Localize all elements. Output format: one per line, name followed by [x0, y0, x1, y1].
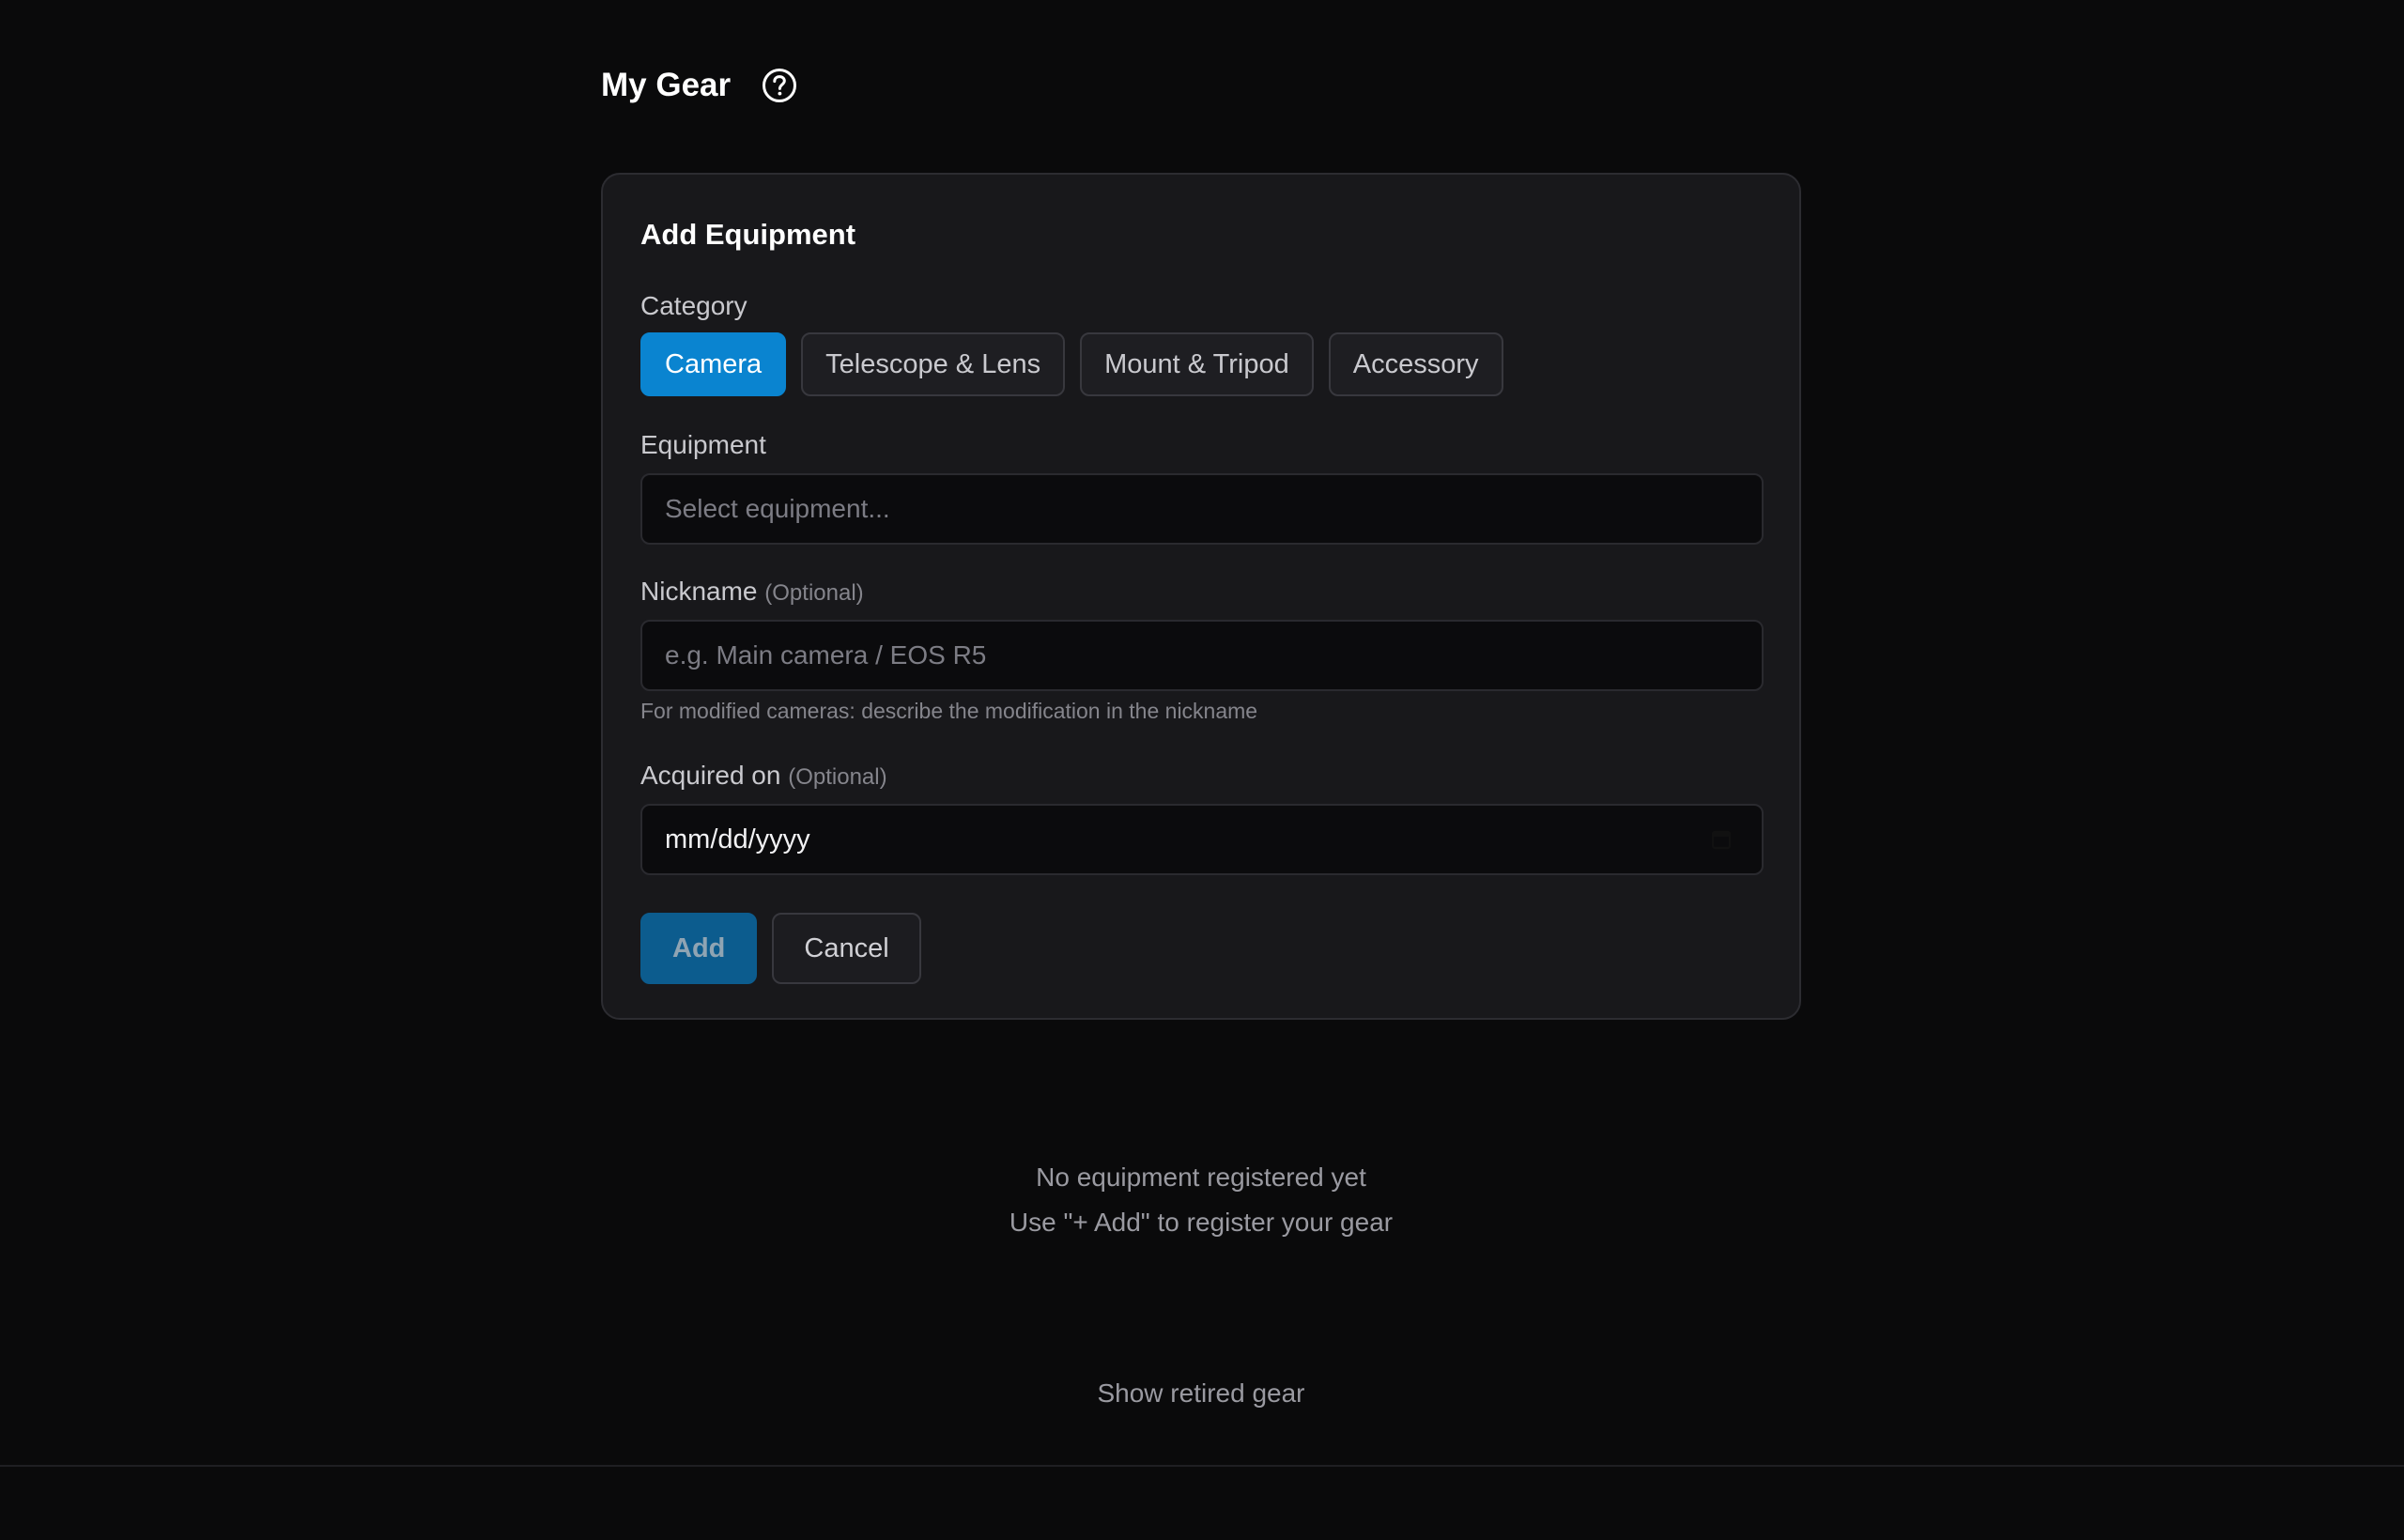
nickname-label-text: Nickname: [640, 577, 758, 606]
equipment-label: Equipment: [640, 430, 766, 459]
cancel-button[interactable]: Cancel: [772, 913, 921, 984]
page-title: My Gear: [601, 67, 732, 103]
page: My Gear Add Equipment Category Camera Te…: [0, 0, 2404, 1540]
footer-divider: [0, 1465, 2404, 1467]
category-label: Category: [640, 291, 747, 320]
empty-state: No equipment registered yet Use "+ Add" …: [601, 1155, 1801, 1245]
category-chip-camera[interactable]: Camera: [640, 332, 787, 396]
nickname-hint: For modified cameras: describe the modif…: [640, 699, 1258, 723]
acquired-optional-tag: (Optional): [788, 764, 887, 790]
acquired-date-input[interactable]: mm/dd/yyyy: [640, 804, 1764, 875]
category-chip-mount-tripod[interactable]: Mount & Tripod: [1080, 332, 1314, 396]
question-circle-icon: [763, 69, 797, 102]
category-chip-accessory[interactable]: Accessory: [1328, 332, 1503, 396]
equipment-select[interactable]: Select equipment...: [640, 473, 1764, 545]
equipment-select-placeholder: Select equipment...: [665, 494, 890, 523]
page-header: My Gear: [601, 58, 798, 113]
acquired-date-value: mm/dd/yyyy: [665, 824, 810, 855]
card-title: Add Equipment: [640, 218, 856, 251]
add-equipment-card: Add Equipment Category Camera Telescope …: [601, 173, 1801, 1020]
category-chips: Camera Telescope & Lens Mount & Tripod A…: [640, 332, 1503, 396]
form-actions: Add Cancel: [640, 913, 921, 984]
acquired-label-text: Acquired on: [640, 761, 781, 790]
nickname-label: Nickname (Optional): [640, 577, 864, 607]
nickname-optional-tag: (Optional): [764, 580, 864, 606]
add-button[interactable]: Add: [640, 913, 758, 984]
category-chip-telescope-lens[interactable]: Telescope & Lens: [801, 332, 1066, 396]
help-button[interactable]: [761, 67, 798, 104]
acquired-label: Acquired on (Optional): [640, 761, 887, 791]
nickname-input[interactable]: [640, 620, 1764, 691]
empty-state-hint: Use "+ Add" to register your gear: [1009, 1208, 1394, 1237]
calendar-icon[interactable]: [1711, 829, 1732, 850]
empty-state-message: No equipment registered yet: [1036, 1163, 1366, 1192]
show-retired-gear-link[interactable]: Show retired gear: [601, 1378, 1801, 1409]
